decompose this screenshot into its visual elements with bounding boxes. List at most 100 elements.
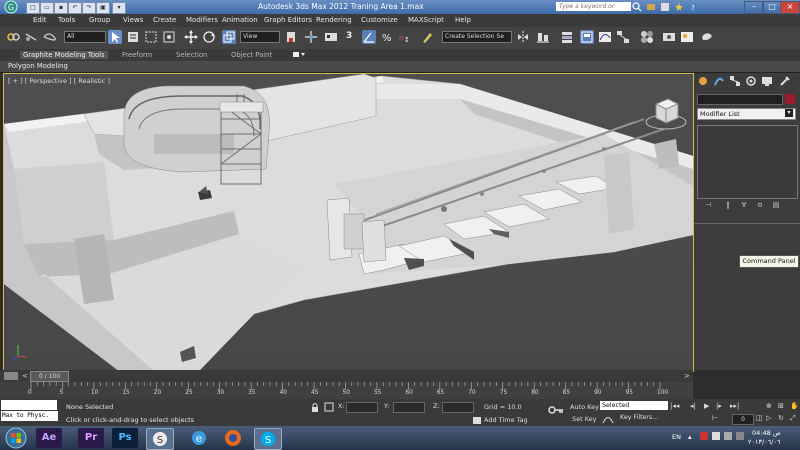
menu-views[interactable]: Views xyxy=(123,16,143,24)
show-end-result-icon[interactable]: ‖ xyxy=(721,201,735,211)
quick-access-new-icon[interactable]: □ xyxy=(26,2,40,14)
perspective-viewport[interactable]: [ + ] [ Perspective ] [ Realistic ] xyxy=(3,73,694,372)
mini-curve-editor-toggle[interactable] xyxy=(4,372,18,380)
select-and-rotate-icon[interactable] xyxy=(202,30,216,44)
percent-snap-icon[interactable]: % xyxy=(380,30,394,44)
clock-time[interactable]: 04:48 ﻿ﺹ xyxy=(752,429,781,437)
create-tab-icon[interactable] xyxy=(697,75,709,87)
x-coordinate-field[interactable] xyxy=(346,402,378,413)
object-color-swatch[interactable] xyxy=(785,94,795,104)
manage-layers-icon[interactable] xyxy=(560,30,574,44)
default-tangents-icon[interactable] xyxy=(602,414,614,424)
unlink-selection-icon[interactable] xyxy=(24,30,38,44)
key-mode-dropdown[interactable]: Selected xyxy=(600,401,668,410)
schematic-view-icon[interactable] xyxy=(616,30,630,44)
minimize-button[interactable]: – xyxy=(744,1,764,14)
key-icon[interactable] xyxy=(548,405,564,415)
orbit-icon[interactable]: ↻ xyxy=(778,414,784,422)
keyboard-shortcut-override-icon[interactable] xyxy=(324,30,338,44)
snaps-toggle[interactable]: 3 xyxy=(346,31,358,45)
menu-tools[interactable]: Tools xyxy=(58,16,75,24)
menu-rendering[interactable]: Rendering xyxy=(316,16,352,24)
field-of-view-icon[interactable]: ▷ xyxy=(766,414,771,422)
zoom-extents-all-icon[interactable]: ⊞ xyxy=(778,402,784,410)
menu-help[interactable]: Help xyxy=(455,16,471,24)
tab-selection[interactable]: Selection xyxy=(176,51,207,59)
maximize-viewport-icon[interactable]: ⤢ xyxy=(790,414,796,423)
go-to-end-icon[interactable]: ▸▸| xyxy=(730,402,739,410)
absolute-mode-icon[interactable] xyxy=(324,402,334,412)
curve-editor-icon[interactable] xyxy=(598,30,612,44)
select-and-scale-icon[interactable] xyxy=(222,30,236,44)
subscription-icon[interactable] xyxy=(646,2,656,12)
select-object-icon[interactable] xyxy=(108,30,122,44)
volume-icon[interactable] xyxy=(724,432,732,440)
mirror-icon[interactable] xyxy=(516,30,530,44)
show-hidden-icons-icon[interactable]: ▴ xyxy=(688,433,692,441)
remove-modifier-icon[interactable]: ʊ xyxy=(753,201,767,211)
rendered-frame-window-icon[interactable] xyxy=(680,30,694,44)
network-icon[interactable] xyxy=(712,432,720,440)
menu-group[interactable]: Group xyxy=(89,16,110,24)
viewport-label[interactable]: [ + ] [ Perspective ] [ Realistic ] xyxy=(8,77,110,85)
key-mode-toggle-icon[interactable]: ⊢ xyxy=(712,414,718,422)
maximize-button[interactable]: □ xyxy=(762,1,782,14)
tab-freeform[interactable]: Freeform xyxy=(122,51,152,59)
next-key-icon[interactable]: |▸ xyxy=(716,402,722,410)
spinner-snap-icon[interactable]: n ↕ xyxy=(398,30,412,44)
clock-date[interactable]: ٢٠١٣/٠٦/٠٦ xyxy=(748,438,780,446)
quick-access-open-icon[interactable]: ▭ xyxy=(40,2,54,14)
select-by-name-icon[interactable] xyxy=(126,30,140,44)
photoshop-taskbar-icon[interactable]: Ps xyxy=(112,428,138,448)
hierarchy-tab-icon[interactable] xyxy=(729,75,741,87)
pin-stack-icon[interactable]: ⊣ xyxy=(701,201,715,211)
quick-access-project-icon[interactable]: ▣ xyxy=(96,2,110,14)
select-and-move-icon[interactable] xyxy=(184,30,198,44)
communication-center-icon[interactable] xyxy=(660,2,670,12)
viewport-scene[interactable] xyxy=(4,74,693,371)
modifier-stack[interactable] xyxy=(697,125,798,199)
internet-explorer-taskbar-icon[interactable]: e xyxy=(186,428,212,448)
menu-graph-editors[interactable]: Graph Editors xyxy=(264,16,312,24)
z-coordinate-field[interactable] xyxy=(442,402,474,413)
configure-modifier-sets-icon[interactable]: ▤ xyxy=(769,201,783,211)
render-setup-icon[interactable] xyxy=(662,30,676,44)
selection-filter-dropdown[interactable]: All xyxy=(64,31,106,43)
auto-key-button[interactable]: Auto Key xyxy=(570,403,599,411)
windows-start-icon[interactable] xyxy=(2,427,30,449)
menu-create[interactable]: Create xyxy=(153,16,176,24)
next-frame-icon[interactable]: > xyxy=(684,372,690,380)
previous-key-icon[interactable]: ◂| xyxy=(690,402,696,410)
maxscript-listener-top[interactable] xyxy=(1,400,57,410)
add-time-tag-icon[interactable] xyxy=(472,416,482,425)
play-icon[interactable]: ▶ xyxy=(704,402,709,410)
previous-frame-icon[interactable]: < xyxy=(22,372,28,380)
named-selection-set-dropdown[interactable]: Create Selection Se xyxy=(442,31,512,43)
after-effects-taskbar-icon[interactable]: Ae xyxy=(36,428,62,448)
y-coordinate-field[interactable] xyxy=(393,402,425,413)
search-input[interactable]: Type a keyword or phrase xyxy=(556,2,631,19)
ribbon-options-icon[interactable] xyxy=(292,51,306,59)
power-icon[interactable] xyxy=(736,432,744,440)
utilities-tab-icon[interactable] xyxy=(779,75,791,87)
pan-view-icon[interactable]: ✋ xyxy=(790,402,799,410)
premiere-taskbar-icon[interactable]: Pr xyxy=(78,428,104,448)
add-time-tag[interactable]: Add Time Tag xyxy=(484,416,528,424)
modifier-list-dropdown[interactable]: Modifier List xyxy=(697,108,796,120)
polygon-modeling-label[interactable]: Polygon Modeling xyxy=(8,62,68,70)
bind-space-warp-icon[interactable] xyxy=(42,30,56,44)
menu-customize[interactable]: Customize xyxy=(361,16,398,24)
quick-access-dropdown-icon[interactable]: ▾ xyxy=(112,2,126,14)
menu-animation[interactable]: Animation xyxy=(222,16,258,24)
make-unique-icon[interactable]: ∀ xyxy=(737,201,751,211)
chevron-down-icon[interactable]: ▾ xyxy=(785,109,793,117)
track-bar[interactable]: 0 5 10 15 20 25 30 35 40 45 50 55 60 65 70 75 80 85 90 95 10… xyxy=(0,382,693,400)
search-icon[interactable] xyxy=(632,2,642,12)
lock-icon[interactable] xyxy=(310,402,320,412)
viewcube-icon[interactable] xyxy=(644,94,690,132)
menu-maxscript[interactable]: MAXScript xyxy=(408,16,444,24)
angle-snap-icon[interactable] xyxy=(362,30,376,44)
time-slider[interactable]: 0 / 100 < > xyxy=(0,370,693,382)
quick-access-redo-icon[interactable]: ↷ xyxy=(82,2,96,14)
quick-access-undo-icon[interactable]: ↶ xyxy=(68,2,82,14)
